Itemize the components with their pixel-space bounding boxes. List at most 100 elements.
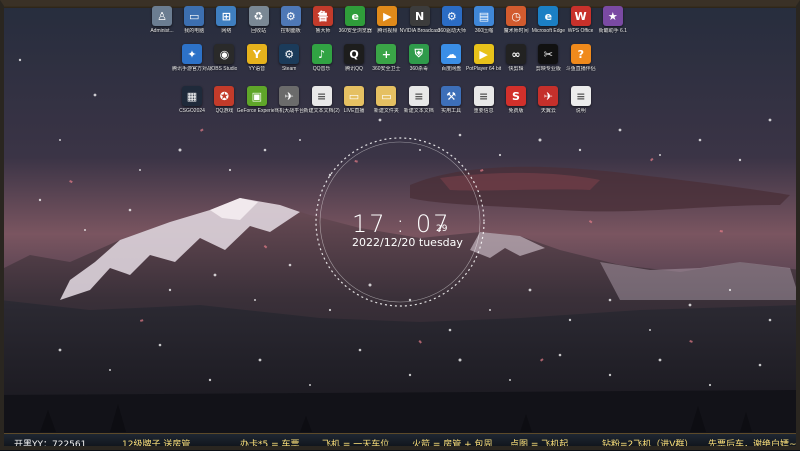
desktop-shortcut[interactable]: ✂ 剪映专业版 [531,44,565,82]
desktop-shortcut-label: NVIDIA Broadcast [399,28,440,34]
douyu-icon: ? [570,44,591,64]
desktop-shortcut-label: 360驱动大师 [437,28,466,34]
desktop-shortcut[interactable]: +360安全卫士 [369,44,403,82]
desktop-shortcut-label: GeForce Experience [236,108,277,114]
desktop-shortcut[interactable]: ▣ GeForce Experience [236,86,277,124]
steam-icon: ⚙ [279,44,300,64]
control-panel-icon: ⚙ [280,6,301,26]
desktop-shortcut[interactable]: ▭ LIVE直播 [337,86,371,124]
desktop-shortcut[interactable]: ▦ CSGO2024 [175,86,209,124]
ticker-item-plane: 飞机 = 一天车位 [322,440,390,450]
desktop-shortcut-label: Steam [281,66,297,72]
tencent-video-icon: ▶ [377,6,398,26]
folder-icon: ▭ [376,86,397,106]
cloud-app-icon: ✈ [538,86,559,106]
ticker-item-card: 办卡*5 = 车票 [240,440,300,450]
desktop-shortcut[interactable]: 鲁鲁大师 [306,6,340,44]
ticker-item-badge: 12级牌子 送房管 [122,440,191,450]
desktop-shortcut[interactable]: ⚙ 360驱动大师 [435,6,469,44]
desktop-shortcut-label: 重要信息 [473,108,494,114]
desktop-shortcut[interactable]: ⚙ Steam [272,44,306,82]
desktop-shortcut[interactable]: ▭ 新建文件夹 [369,86,403,124]
desktop-shortcut[interactable]: N NVIDIA Broadcast [399,6,440,44]
clock-colon: : [396,210,407,238]
edge-icon: e [538,6,559,26]
desktop-shortcut[interactable]: ◷ 魔术师时间 [499,6,533,44]
desktop-shortcut-label: 回收站 [251,28,267,34]
document-icon: ≡ [473,86,494,106]
desktop-shortcut-label: 实用工具 [441,108,462,114]
desktop-shortcut-label: 斗鱼直播伴侣 [565,66,596,72]
desktop-shortcut[interactable]: ♻ 回收站 [242,6,276,44]
desktop-shortcut[interactable]: ⛨ 360杀毒 [402,44,436,82]
desktop-shortcut-label: CSGO2024 [179,108,205,114]
desktop-shortcut-label: 360杀毒 [409,66,428,72]
text-file-icon: ≡ [311,86,332,106]
desktop-shortcut[interactable]: ♙ Administ... [145,6,179,44]
folder-icon: ▭ [344,86,364,106]
desktop-shortcut-label: 鲁大师 [315,28,331,34]
desktop-shortcut-label: 飞机大战平台 [274,108,305,114]
desktop-shortcut-label: WPS Office [567,28,594,34]
desktop-shortcut[interactable]: ♪ QQ音乐 [305,44,339,82]
desktop-shortcut[interactable]: ✪ QQ游戏 [207,86,241,124]
clock-date: 2022/12/20 tuesday [352,236,463,249]
desktop-shortcut[interactable]: ✦ 腾讯手游官方对战平台 [172,44,212,82]
desktop-shortcut[interactable]: e Microsoft Edge [531,6,565,44]
desktop-shortcut-label: 新建文本文档(2) [303,108,340,114]
desktop-shortcut-label: 百度网盘 [441,66,462,72]
desktop-shortcut[interactable]: ≡ 新建文本文档(2) [303,86,340,124]
desktop-shortcut[interactable]: ◉ OBS Studio [207,44,241,82]
desktop-shortcut[interactable]: ☁ 百度网盘 [434,44,468,82]
desktop-shortcut[interactable]: ▭ 我的电脑 [177,6,211,44]
desktop-shortcut-label: Microsoft Edge [531,28,566,34]
desktop-shortcut[interactable]: ? 斗鱼直播伴侣 [564,44,598,82]
qq-icon: Q [344,44,364,64]
geforce-icon: ▣ [246,86,267,106]
desktop-shortcut-label: 腾讯视频 [377,28,398,34]
desktop-icons: ♙ Administ... ▭ 我的电脑 ⊞ 网络 ♻ 回收站 ⚙ 控制面板鲁鲁大师 e 360安全浏… [0,0,800,130]
desktop-shortcut-label: Administ... [150,28,174,34]
ticker-item-map: 点图 = 飞机起 [510,440,569,450]
desktop-shortcut-label: 新建文本文档 [403,108,434,114]
desktop-shortcut-label: LIVE直播 [343,108,365,114]
desktop-shortcut[interactable]: ≡ 重要信息 [467,86,501,124]
desktop-shortcut-label: 我的电脑 [184,28,205,34]
desktop-shortcut[interactable]: ▶ 腾讯视频 [370,6,404,44]
360-browser-icon: e [345,6,366,26]
desktop-shortcut-label: 360安全浏览器 [338,28,372,34]
desktop-shortcut-label: 魔术师时间 [503,28,529,34]
desktop-shortcut[interactable]: ⚙ 控制面板 [274,6,308,44]
desktop-shortcut-label: 剪映专业版 [535,66,561,72]
clock-seconds: 29 [436,224,448,234]
desktop-shortcut[interactable]: Y YY语音 [240,44,274,82]
desktop-shortcut-label: YY语音 [248,66,266,72]
game-helper-icon: ★ [602,6,623,26]
plane-game-icon: ✈ [279,86,300,106]
desktop-shortcut[interactable]: ▶ PotPlayer 64 bit [466,44,501,82]
ticker-item-notice: 先票后车，谢绝白嫖~ [708,440,797,450]
desktop-shortcut[interactable]: ∞ 快剪辑 [499,44,533,82]
desktop-shortcut[interactable]: e 360安全浏览器 [338,6,372,44]
obs-icon: ◉ [214,44,235,64]
desktop-shortcut[interactable]: ⚒ 实用工具 [434,86,468,124]
master-lu-icon: 鲁 [313,6,333,26]
desktop-shortcut-label: 说明 [575,108,586,114]
desktop-shortcut[interactable]: ✈ 飞机大战平台 [272,86,306,124]
desktop-shortcut-label: 免费版 [508,108,524,114]
csgo-icon: ▦ [182,86,202,106]
desktop-shortcut[interactable]: ▤ 360压缩 [467,6,501,44]
360-antivirus-icon: ⛨ [408,44,429,64]
desktop-shortcut[interactable]: ✈ 天翼云 [531,86,565,124]
desktop-shortcut[interactable]: W WPS Office [564,6,598,44]
desktop-shortcut[interactable]: ≡ 说明 [564,86,598,124]
desktop-shortcut[interactable]: ≡ 新建文本文档 [402,86,436,124]
capcut-icon: ✂ [538,44,559,64]
desktop-shortcut[interactable]: ⊞ 网络 [209,6,243,44]
tools-icon: ⚒ [441,86,462,106]
desktop-shortcut-label: 快剪辑 [508,66,524,72]
desktop-shortcut[interactable]: ★ 街霸助手 6.1 [596,6,630,44]
desktop-shortcut[interactable]: Q 腾讯QQ [337,44,371,82]
desktop-shortcut-label: QQ音乐 [312,66,331,72]
desktop-shortcut[interactable]: S 免费版 [499,86,533,124]
